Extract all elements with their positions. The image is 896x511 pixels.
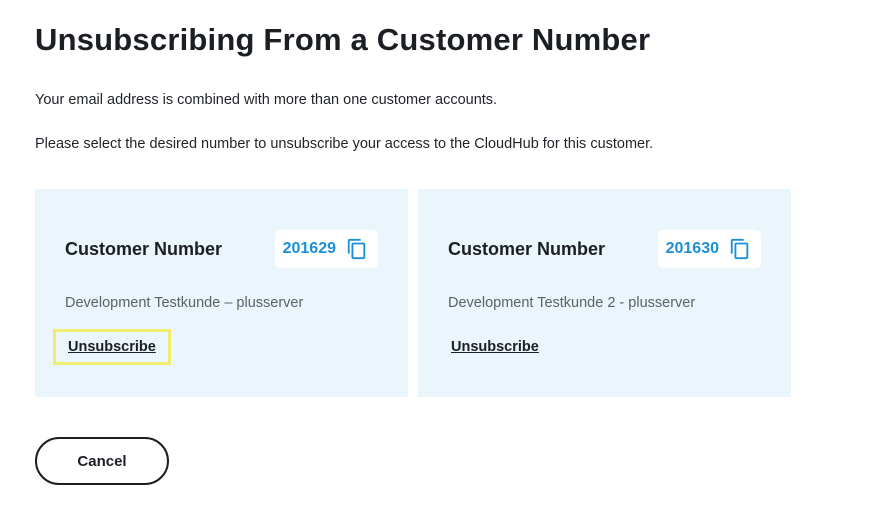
unsubscribe-highlight-box: Unsubscribe <box>53 329 171 365</box>
customer-card-201629: Customer Number 201629 Development Testk… <box>35 189 408 397</box>
unsubscribe-link-201630[interactable]: Unsubscribe <box>451 339 539 355</box>
intro-text-accounts: Your email address is combined with more… <box>35 92 498 108</box>
customer-number-value: 201630 <box>665 240 719 257</box>
card-header: Customer Number 201630 <box>448 230 761 268</box>
card-label: Customer Number <box>448 238 606 259</box>
customer-description: Development Testkunde 2 - plusserver <box>448 295 696 311</box>
card-header: Customer Number 201629 <box>65 230 378 268</box>
unsubscribe-page: Unsubscribing From a Customer Number You… <box>0 0 896 511</box>
copy-icon[interactable] <box>729 238 751 260</box>
page-title: Unsubscribing From a Customer Number <box>35 22 651 57</box>
customer-description: Development Testkunde – plusserver <box>65 295 304 311</box>
customer-cards: Customer Number 201629 Development Testk… <box>35 189 791 397</box>
unsubscribe-link-201629[interactable]: Unsubscribe <box>68 339 156 355</box>
customer-number-chip[interactable]: 201630 <box>657 230 761 268</box>
customer-number-chip[interactable]: 201629 <box>274 230 378 268</box>
customer-number-value: 201629 <box>282 240 336 257</box>
copy-icon[interactable] <box>346 238 368 260</box>
unsubscribe-link-container: Unsubscribe <box>436 329 554 365</box>
card-label: Customer Number <box>65 238 223 259</box>
customer-card-201630: Customer Number 201630 Development Testk… <box>418 189 791 397</box>
cancel-button[interactable]: Cancel <box>35 437 169 485</box>
intro-text-instructions: Please select the desired number to unsu… <box>35 136 654 152</box>
